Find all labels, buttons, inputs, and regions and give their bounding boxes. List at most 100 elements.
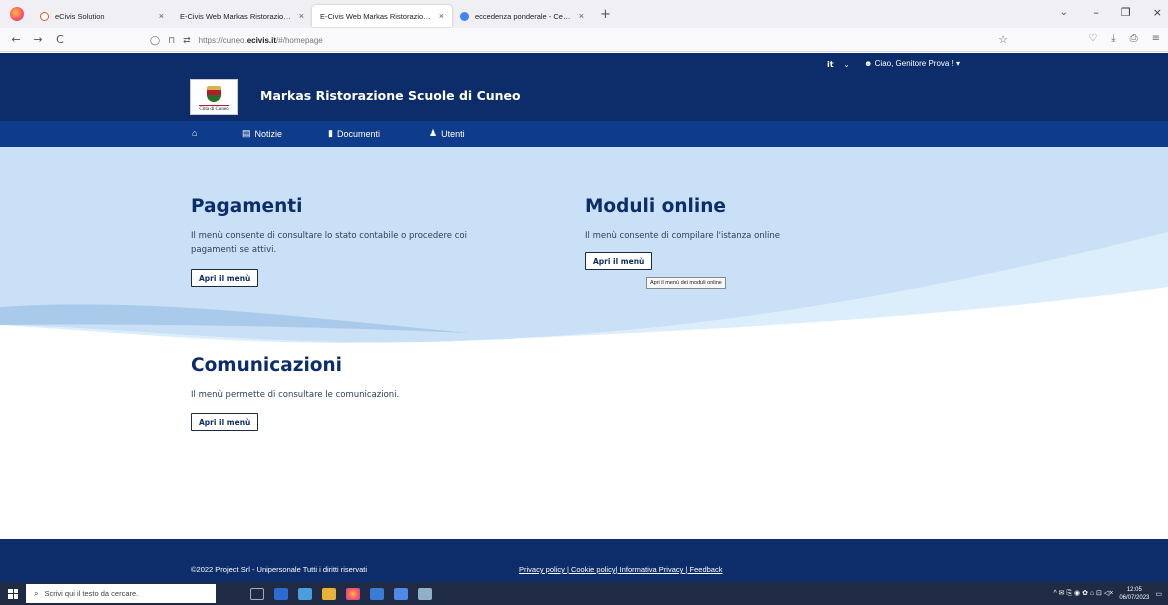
browser-tabbar: eCivis Solution × E-Civis Web Markas Ris…: [0, 0, 1168, 28]
list-tabs-chevron-icon[interactable]: ⌄: [1060, 7, 1068, 18]
clock-time: 12:05: [1126, 586, 1142, 593]
users-icon: ♟: [429, 128, 438, 138]
copyright-text: ©2022 Project Srl - Unipersonale Tutti i…: [191, 565, 368, 574]
file-explorer-icon[interactable]: [322, 587, 336, 600]
menu-item-utenti[interactable]: ♟ Utenti: [429, 128, 465, 139]
restore-button[interactable]: ❐: [1121, 6, 1131, 19]
app-icon[interactable]: [370, 587, 384, 600]
comunicazioni-open-button[interactable]: Apri il menù: [191, 413, 259, 431]
document-icon: ▮: [328, 128, 333, 138]
people-icon[interactable]: [298, 587, 312, 600]
toolbar-right: ♡ ⤓ ⎙ ≡: [1088, 33, 1160, 44]
taskbar-search-input[interactable]: ⌕ Scrivi qui il testo da cercare.: [26, 584, 216, 603]
caret-down-icon: ▾: [956, 59, 961, 68]
hero-wave-shape: [0, 147, 1168, 387]
windows-taskbar: ⌕ Scrivi qui il testo da cercare. ^ ✉ ⎘ …: [0, 582, 1168, 605]
menu-label: Documenti: [336, 128, 380, 139]
browser-navbar: ← → C ◯ ⊓ ⇄ https://cuneo. ecivis.it/#/ho…: [0, 28, 1168, 52]
menu-item-home[interactable]: ⌂: [192, 128, 201, 138]
bookmark-star-icon[interactable]: ☆: [998, 33, 1008, 46]
pagamenti-open-button[interactable]: Apri il menù: [191, 269, 259, 287]
minimize-button[interactable]: –: [1093, 6, 1099, 19]
menu-label: Notizie: [254, 128, 283, 139]
moduli-tooltip: Apri il menù dei moduli online: [646, 277, 726, 289]
browser-tab-2[interactable]: E-Civis Web Markas Ristorazione Sc ×: [172, 5, 312, 27]
firefox-logo-icon[interactable]: [10, 7, 24, 21]
tray-icons[interactable]: ^ ✉ ⎘ ◉ ✿ ⌂ ⊡ ◁×: [1053, 589, 1113, 598]
tab-close-icon[interactable]: ×: [293, 11, 304, 21]
feedback-link[interactable]: Feedback: [687, 565, 723, 574]
user-menu[interactable]: ☻ Ciao, Genitore Prova ! ▾: [864, 59, 960, 68]
home-icon: ⌂: [192, 128, 198, 138]
tab-close-icon[interactable]: ×: [573, 11, 584, 21]
language-selector[interactable]: it ⌄: [827, 60, 849, 69]
site-footer: ©2022 Project Srl - Unipersonale Tutti i…: [0, 539, 1168, 582]
start-button[interactable]: [0, 582, 26, 605]
tab-title: eCivis Solution: [55, 11, 105, 21]
moduli-description: Il menù consente di compilare l'istanza …: [585, 231, 781, 241]
menu-item-notizie[interactable]: ▤ Notizie: [242, 128, 282, 139]
pagamenti-desc-line-1: Il menù consente di consultare lo stato …: [191, 231, 467, 241]
tab-title: E-Civis Web Markas Ristorazione Sc: [320, 11, 433, 21]
user-circle-icon: ☻: [864, 59, 873, 68]
reload-button[interactable]: C: [54, 33, 66, 46]
language-code: it: [827, 60, 834, 69]
forward-button[interactable]: →: [32, 33, 44, 46]
store-icon[interactable]: [394, 587, 408, 600]
url-bar[interactable]: ◯ ⊓ ⇄ https://cuneo. ecivis.it/#/homepage: [150, 31, 1020, 49]
notifications-icon[interactable]: ▭: [1155, 590, 1162, 598]
pagamenti-description: Il menù consente di consultare lo stato …: [191, 229, 467, 257]
outlook-icon[interactable]: [274, 587, 288, 600]
app-menu-icon[interactable]: ≡: [1152, 33, 1160, 44]
chevron-down-icon: ⌄: [843, 61, 850, 69]
lock-icon[interactable]: ⊓: [168, 35, 175, 46]
pagamenti-title: Pagamenti: [191, 196, 303, 217]
newspaper-icon: ▤: [242, 128, 251, 138]
cookie-policy-link[interactable]: Cookie policy: [569, 565, 616, 574]
ecivis-favicon-icon: [40, 11, 49, 21]
windows-logo-icon: [8, 588, 18, 599]
main-menu: ⌂ ▤ Notizie ▮ Documenti ♟ Utenti: [0, 121, 1168, 147]
tab-close-icon[interactable]: ×: [433, 11, 444, 21]
pagamenti-desc-line-2: pagamenti se attivi.: [191, 245, 277, 255]
new-tab-button[interactable]: +: [600, 7, 611, 22]
comunicazioni-title: Comunicazioni: [191, 355, 343, 376]
city-logo[interactable]: Città di Cuneo: [190, 79, 238, 115]
search-placeholder: Scrivi qui il testo da cercare.: [44, 589, 139, 598]
moduli-open-button[interactable]: Apri il menù: [585, 252, 653, 270]
tab-title: E-Civis Web Markas Ristorazione Sc: [180, 11, 293, 21]
hero-background: [0, 147, 1168, 387]
pocket-icon[interactable]: ♡: [1088, 33, 1097, 44]
back-button[interactable]: ←: [10, 33, 22, 46]
privacy-policy-link[interactable]: Privacy policy: [519, 565, 567, 574]
download-icon[interactable]: ⤓: [1111, 33, 1115, 44]
menu-item-documenti[interactable]: ▮ Documenti: [328, 128, 380, 139]
task-view-icon[interactable]: [250, 587, 264, 600]
permissions-icon[interactable]: ⇄: [183, 35, 191, 46]
shield-icon[interactable]: ◯: [150, 35, 160, 46]
informativa-privacy-link[interactable]: Informativa Privacy: [618, 565, 686, 574]
site-title[interactable]: Markas Ristorazione Scuole di Cuneo: [260, 88, 521, 103]
menu-label: Utenti: [441, 128, 465, 139]
system-tray: ^ ✉ ⎘ ◉ ✿ ⌂ ⊡ ◁× 12:05 06/07/2023 ▭: [1053, 582, 1162, 605]
footer-links: Privacy policy | Cookie policy| Informat…: [519, 565, 722, 574]
browser-tab-1[interactable]: eCivis Solution ×: [32, 5, 172, 27]
comunicazioni-description: Il menù permette di consultare le comuni…: [191, 390, 400, 400]
close-window-button[interactable]: ×: [1153, 6, 1162, 19]
browser-tab-4[interactable]: eccedenza ponderale - Cerca cu ×: [452, 5, 592, 27]
site-header: it ⌄ ☻ Ciao, Genitore Prova ! ▾ Città di …: [0, 53, 1168, 147]
clock[interactable]: 12:05 06/07/2023: [1119, 586, 1149, 602]
clock-date: 06/07/2023: [1119, 594, 1150, 601]
tab-close-icon[interactable]: ×: [153, 11, 164, 21]
utility-icon[interactable]: [418, 587, 432, 600]
firefox-icon[interactable]: [346, 587, 360, 600]
browser-tab-3-active[interactable]: E-Civis Web Markas Ristorazione Sc ×: [312, 5, 452, 27]
window-controls: – ❐ ×: [1093, 6, 1162, 19]
extensions-icon[interactable]: ⎙: [1130, 33, 1138, 44]
url-domain: ecivis.it: [246, 35, 277, 45]
logo-text: Città di Cuneo: [199, 105, 229, 112]
search-icon: ⌕: [34, 588, 39, 598]
user-greeting: Ciao, Genitore Prova !: [874, 59, 954, 68]
url-prefix: https://cuneo.: [198, 35, 247, 45]
web-page: it ⌄ ☻ Ciao, Genitore Prova ! ▾ Città di …: [0, 53, 1168, 582]
